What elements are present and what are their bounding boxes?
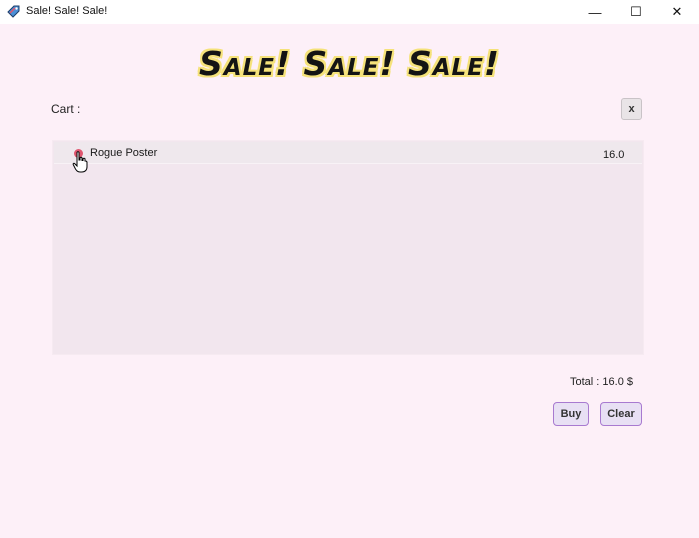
cart-item-row[interactable]: Rogue Poster 16.0 bbox=[54, 142, 642, 164]
app-tag-icon bbox=[7, 5, 20, 18]
clear-button[interactable]: Clear bbox=[600, 402, 642, 426]
close-window-button[interactable]: ✕ bbox=[654, 0, 699, 24]
cart-item-price: 16.0 bbox=[603, 149, 625, 161]
buy-button[interactable]: Buy bbox=[553, 402, 589, 426]
minimize-button[interactable]: — bbox=[572, 0, 618, 24]
maximize-button[interactable]: ☐ bbox=[613, 0, 659, 24]
cart-item-name: Rogue Poster bbox=[90, 147, 158, 159]
maximize-icon: ☐ bbox=[630, 4, 642, 19]
window-titlebar: Sale! Sale! Sale! — ☐ ✕ bbox=[0, 0, 699, 24]
cart-total: Total : 16.0 $ bbox=[570, 376, 633, 388]
close-icon: ✕ bbox=[671, 4, 683, 19]
hand-cursor-icon bbox=[72, 151, 88, 173]
window-title: Sale! Sale! Sale! bbox=[26, 5, 108, 17]
sale-headline: Sale! Sale! Sale! bbox=[199, 44, 500, 83]
cart-label: Cart : bbox=[51, 102, 81, 116]
cart-list[interactable]: Rogue Poster 16.0 bbox=[52, 140, 644, 355]
close-cart-button[interactable]: x bbox=[621, 98, 642, 120]
minimize-icon: — bbox=[588, 4, 602, 20]
